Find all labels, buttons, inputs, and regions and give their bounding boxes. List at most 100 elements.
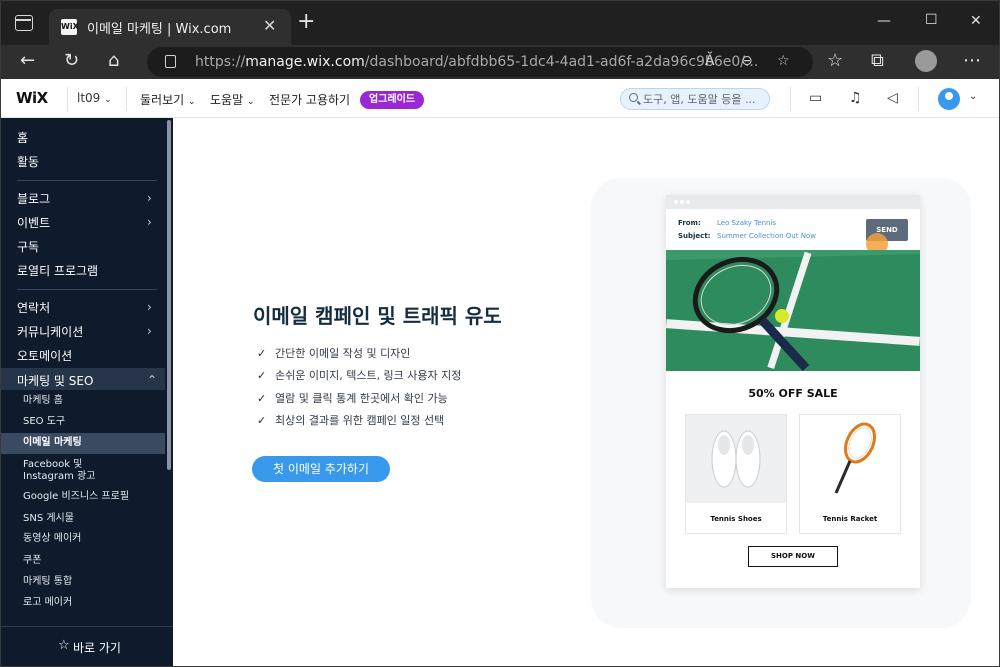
page-title: 이메일 캠페인 및 트래픽 유도 bbox=[253, 304, 502, 328]
chat-icon[interactable]: ▭ bbox=[809, 90, 822, 106]
quick-access-bar[interactable]: ☆ 바로 가기 bbox=[1, 626, 173, 666]
chevron-right-icon: › bbox=[147, 324, 152, 338]
search-icon bbox=[629, 93, 638, 102]
sidebar-divider bbox=[17, 289, 157, 290]
megaphone-icon[interactable]: ◁ bbox=[887, 90, 898, 106]
chevron-down-icon: ⌄ bbox=[104, 95, 112, 105]
sidebar-item-home[interactable]: 홈 bbox=[17, 129, 28, 146]
chevron-down-icon: ⌄ bbox=[188, 97, 196, 107]
product-card-racket: Tennis Racket bbox=[799, 414, 901, 534]
sidebar-subitem-coupons[interactable]: 쿠폰 bbox=[23, 555, 41, 567]
chevron-right-icon: › bbox=[147, 191, 152, 205]
check-icon: ✓ bbox=[257, 392, 267, 405]
sidebar-toggle-icon[interactable] bbox=[15, 15, 33, 31]
quick-access-icon: ☆ bbox=[58, 638, 70, 653]
home-icon[interactable]: ⌂ bbox=[108, 51, 119, 71]
sidebar-item-automations[interactable]: 오토메이션 bbox=[17, 347, 72, 364]
check-icon: ✓ bbox=[257, 414, 267, 427]
divider bbox=[918, 87, 919, 111]
sidebar-subitem-logo-maker[interactable]: 로고 메이커 bbox=[23, 597, 72, 609]
refresh-icon[interactable]: ↻ bbox=[64, 51, 79, 71]
feature-item: ✓ 최상의 결과를 위한 캠페인 일정 선택 bbox=[257, 414, 445, 427]
wix-logo[interactable]: WiX bbox=[16, 89, 48, 107]
sidebar-subitem-social-posts[interactable]: SNS 게시물 bbox=[23, 513, 74, 525]
sidebar-subitem-email-marketing[interactable]: 이메일 마케팅 bbox=[23, 437, 82, 449]
sidebar-subitem-marketing-integrations[interactable]: 마케팅 통합 bbox=[23, 576, 72, 588]
favorites-icon[interactable]: ☆ bbox=[827, 51, 843, 71]
lock-icon[interactable] bbox=[165, 55, 176, 68]
close-window-icon[interactable]: ✕ bbox=[970, 13, 982, 29]
tab-title: 이메일 마케팅 | Wix.com bbox=[87, 22, 232, 37]
window-chrome bbox=[666, 195, 920, 209]
add-first-email-button[interactable]: 첫 이메일 추가하기 bbox=[252, 456, 390, 482]
read-aloud-icon[interactable]: Ă bbox=[705, 53, 715, 69]
new-tab-icon[interactable]: + bbox=[297, 11, 315, 33]
bell-icon[interactable]: ♫ bbox=[849, 90, 862, 106]
window-dot bbox=[674, 200, 678, 204]
divider bbox=[67, 87, 68, 111]
divider bbox=[790, 87, 791, 111]
sidebar-subitem-seo-tools[interactable]: SEO 도구 bbox=[23, 416, 65, 428]
avatar[interactable] bbox=[938, 88, 960, 110]
sidebar-divider bbox=[17, 180, 157, 181]
more-icon[interactable]: ⋯ bbox=[963, 51, 981, 71]
divider bbox=[126, 87, 127, 111]
sidebar-item-loyalty[interactable]: 로열티 프로그램 bbox=[17, 262, 98, 279]
sidebar-scrollbar[interactable] bbox=[167, 120, 171, 470]
maximize-icon[interactable]: ☐ bbox=[925, 12, 938, 28]
profile-icon[interactable] bbox=[915, 50, 937, 72]
address-toolbar: ← ↻ ⌂ https://manage.wix.com/dashboard/a… bbox=[1, 45, 999, 79]
sidebar-item-activity[interactable]: 활동 bbox=[17, 153, 39, 170]
product-name: Tennis Shoes bbox=[710, 515, 762, 523]
site-selector[interactable]: lt09 ⌄ bbox=[77, 91, 112, 105]
search-input[interactable] bbox=[643, 92, 765, 107]
browser-tab[interactable]: WiX 이메일 마케팅 | Wix.com ✕ bbox=[49, 9, 291, 45]
sidebar-subitem-marketing-home[interactable]: 마케팅 홈 bbox=[23, 395, 63, 407]
sidebar-item-communications[interactable]: 커뮤니케이션 bbox=[17, 323, 83, 340]
minimize-icon[interactable]: — bbox=[877, 13, 891, 29]
window-dot bbox=[680, 200, 684, 204]
zoom-icon[interactable]: ⊖ bbox=[741, 53, 753, 69]
from-value: Leo Szaky Tennis bbox=[717, 219, 777, 227]
search-box[interactable] bbox=[620, 88, 770, 110]
add-favorite-icon[interactable]: ☆ bbox=[777, 53, 790, 69]
sidebar-item-subscriptions[interactable]: 구독 bbox=[17, 238, 39, 255]
left-sidebar: 홈 활동 블로그 › 이벤트 › 구독 로열티 프로그램 연락처 › 커뮤니케이… bbox=[1, 118, 173, 666]
window-dot bbox=[686, 200, 690, 204]
sidebar-item-marketing-seo[interactable]: 마케팅 및 SEO bbox=[17, 372, 93, 389]
back-icon[interactable]: ← bbox=[20, 51, 35, 71]
address-bar[interactable]: https://manage.wix.com/dashboard/abfdbb6… bbox=[147, 47, 813, 77]
feature-item: ✓ 열람 및 클릭 통계 한곳에서 확인 가능 bbox=[257, 392, 448, 405]
url-text[interactable]: https://manage.wix.com/dashboard/abfdbb6… bbox=[195, 54, 758, 70]
sidebar-item-blog[interactable]: 블로그 bbox=[17, 190, 50, 207]
tab-strip: WiX 이메일 마케팅 | Wix.com ✕ + — ☐ ✕ bbox=[1, 1, 999, 45]
close-tab-icon[interactable]: ✕ bbox=[263, 16, 276, 35]
racket-image bbox=[800, 415, 900, 503]
chevron-down-icon: ⌄ bbox=[246, 97, 255, 107]
upgrade-button[interactable]: 업그레이드 bbox=[360, 91, 424, 109]
nav-explore[interactable]: 둘러보기 ⌄ bbox=[140, 91, 196, 108]
subject-value: Summer Collection Out Now bbox=[717, 232, 816, 240]
email-preview-card: From: Leo Szaky Tennis Subject: Summer C… bbox=[666, 195, 920, 588]
sidebar-subitem-video-maker[interactable]: 동영상 메이커 bbox=[23, 533, 81, 545]
tennis-hero-image bbox=[666, 250, 920, 371]
chevron-down-icon[interactable]: ⌄ bbox=[969, 91, 977, 102]
browser-window: WiX 이메일 마케팅 | Wix.com ✕ + — ☐ ✕ ← ↻ ⌂ ht… bbox=[0, 0, 1000, 667]
main-content: 이메일 캠페인 및 트래픽 유도 ✓ 간단한 이메일 작성 및 디자인 ✓ 손쉬운 … bbox=[173, 118, 999, 666]
check-icon: ✓ bbox=[257, 347, 267, 360]
wix-top-bar: WiX lt09 ⌄ 둘러보기 ⌄ 도움말 ⌄ 전문가 고용하기 업그레이드 ▭… bbox=[1, 79, 999, 118]
feature-item: ✓ 손쉬운 이미지, 텍스트, 링크 사용자 지정 bbox=[257, 369, 462, 382]
nav-help[interactable]: 도움말 ⌄ bbox=[210, 91, 255, 108]
nav-hire-expert[interactable]: 전문가 고용하기 bbox=[269, 91, 350, 108]
sidebar-subitem-google-business[interactable]: Google 비즈니스 프로필 bbox=[23, 491, 129, 503]
sidebar-subitem-facebook-ads[interactable]: Facebook 및 bbox=[23, 459, 82, 471]
sidebar-subitem-facebook-ads-line2[interactable]: Instagram 광고 bbox=[23, 471, 95, 483]
shoes-image bbox=[686, 415, 786, 503]
quick-access-label: 바로 가기 bbox=[73, 641, 121, 655]
site-selector-label: lt09 bbox=[77, 91, 101, 105]
collections-icon[interactable]: ⧉ bbox=[871, 51, 884, 71]
sidebar-item-contacts[interactable]: 연락처 bbox=[17, 299, 50, 316]
sidebar-item-events[interactable]: 이벤트 bbox=[17, 214, 50, 231]
wix-favicon-icon: WiX bbox=[61, 19, 79, 35]
check-icon: ✓ bbox=[257, 369, 267, 382]
